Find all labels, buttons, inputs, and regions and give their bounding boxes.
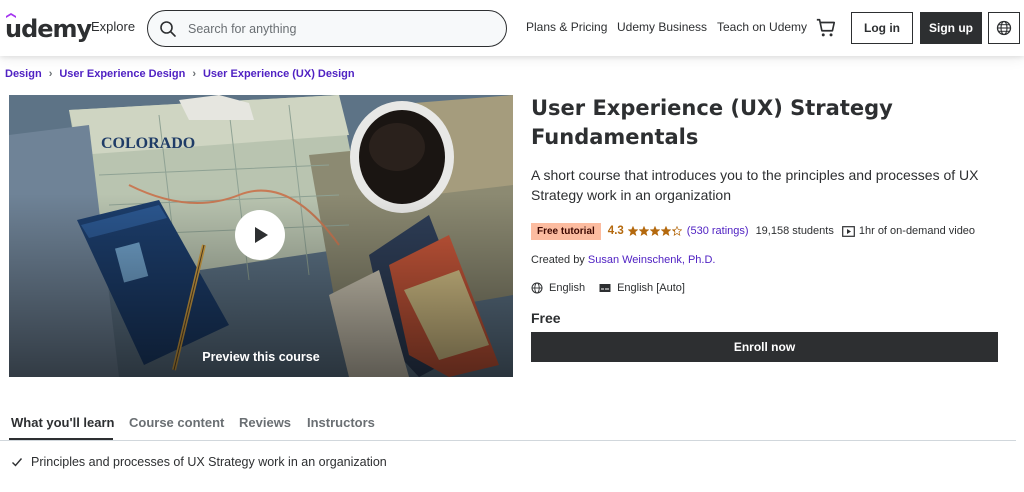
course-tabs: What you'll learn Course content Reviews… xyxy=(0,405,1016,441)
author-link[interactable]: Susan Weinschenk, Ph.D. xyxy=(588,254,716,266)
tab-instructors[interactable]: Instructors xyxy=(307,415,375,430)
enroll-now-button[interactable]: Enroll now xyxy=(531,332,998,362)
tab-what-youll-learn[interactable]: What you'll learn xyxy=(11,415,115,430)
explore-link[interactable]: Explore xyxy=(91,19,135,34)
breadcrumb-ux-design[interactable]: User Experience Design xyxy=(59,68,185,80)
free-tutorial-badge: Free tutorial xyxy=(531,222,601,240)
globe-icon xyxy=(531,282,543,294)
course-captions: English [Auto] xyxy=(617,282,685,294)
course-meta: Free tutorial 4.3 (530 ratings) 19,158 s… xyxy=(531,222,975,240)
video-duration: 1hr of on-demand video xyxy=(858,225,976,237)
udemy-logo[interactable]: udemy xyxy=(5,10,92,44)
tab-course-content[interactable]: Course content xyxy=(129,415,224,430)
logo-hat-icon xyxy=(6,13,16,18)
star-icon xyxy=(638,226,649,236)
created-by-label: Created by xyxy=(531,254,588,266)
course-title: User Experience (UX) Strategy Fundamenta… xyxy=(531,96,893,149)
language-row: English English [Auto] xyxy=(531,282,685,294)
star-icon xyxy=(649,226,660,236)
course-language: English xyxy=(549,282,586,294)
language-button[interactable] xyxy=(988,12,1020,44)
star-icon xyxy=(660,226,671,236)
play-icon xyxy=(255,227,268,243)
cart-icon[interactable] xyxy=(815,17,837,39)
breadcrumb-design[interactable]: Design xyxy=(5,68,42,80)
udemy-business-link[interactable]: Udemy Business xyxy=(617,20,707,34)
star-icon xyxy=(671,226,682,236)
students-count: 19,158 students xyxy=(755,225,834,237)
search-icon[interactable] xyxy=(159,20,177,38)
tab-reviews[interactable]: Reviews xyxy=(239,415,291,430)
star-icon xyxy=(627,226,638,236)
course-subtitle: A short course that introduces you to th… xyxy=(531,167,979,203)
closed-captions-icon xyxy=(599,284,611,292)
search-bar[interactable] xyxy=(147,10,507,47)
signup-button[interactable]: Sign up xyxy=(920,12,982,44)
login-button[interactable]: Log in xyxy=(851,12,913,44)
search-input[interactable] xyxy=(188,19,488,39)
chevron-right-icon: › xyxy=(192,68,196,80)
rating-value: 4.3 xyxy=(607,225,624,237)
chevron-right-icon: › xyxy=(48,68,53,80)
learn-item-text: Principles and processes of UX Strategy … xyxy=(31,455,387,469)
video-icon xyxy=(841,225,855,237)
plans-pricing-link[interactable]: Plans & Pricing xyxy=(526,20,607,34)
teach-on-udemy-link[interactable]: Teach on Udemy xyxy=(717,20,807,34)
course-preview[interactable]: COLORADO Preview this course xyxy=(9,95,513,377)
preview-label: Preview this course xyxy=(202,350,320,364)
check-icon xyxy=(12,458,23,467)
breadcrumb-ux-ux-design[interactable]: User Experience (UX) Design xyxy=(203,68,355,80)
ratings-count-link[interactable]: (530 ratings) xyxy=(687,225,749,237)
play-button[interactable] xyxy=(235,210,285,260)
course-price: Free xyxy=(531,310,561,326)
top-header: udemy Explore Plans & Pricing Udemy Busi… xyxy=(0,0,1024,56)
logo-text: udemy xyxy=(5,15,92,43)
globe-icon xyxy=(996,20,1012,36)
active-tab-indicator xyxy=(9,438,113,440)
rating-stars xyxy=(627,226,683,236)
breadcrumb: Design › User Experience Design › User E… xyxy=(5,68,355,80)
learn-item: Principles and processes of UX Strategy … xyxy=(11,455,387,469)
created-by: Created by Susan Weinschenk, Ph.D. xyxy=(531,254,715,266)
